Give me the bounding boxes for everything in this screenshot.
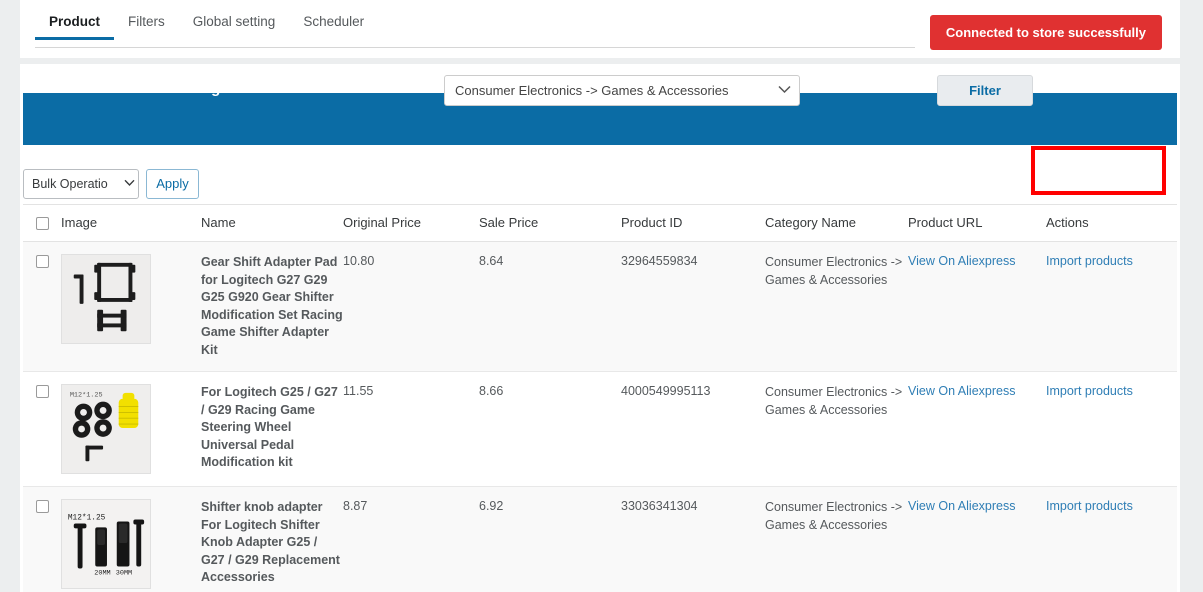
row-name: For Logitech G25 / G27 / G29 Racing Game… bbox=[201, 371, 343, 488]
chevron-down-icon bbox=[120, 179, 138, 190]
products-table-wrap: Image Name Original Price Sale Price Pro… bbox=[23, 204, 1177, 592]
tab-scheduler[interactable]: Scheduler bbox=[289, 14, 378, 39]
filter-button[interactable]: Filter bbox=[937, 75, 1033, 106]
tab-global-setting[interactable]: Global setting bbox=[179, 14, 290, 39]
products-table: Image Name Original Price Sale Price Pro… bbox=[23, 205, 1177, 592]
th-name[interactable]: Name bbox=[201, 205, 343, 243]
row-original-price: 11.55 bbox=[343, 371, 479, 488]
row-actions-cell: Import products bbox=[1046, 486, 1177, 592]
svg-text:M12*1.25: M12*1.25 bbox=[70, 392, 103, 400]
row-image-cell: M12*1.25 bbox=[61, 486, 201, 592]
table-header-row: Image Name Original Price Sale Price Pro… bbox=[23, 205, 1177, 243]
tab-global-setting-label: Global setting bbox=[192, 14, 276, 29]
row-checkbox[interactable] bbox=[36, 385, 49, 399]
row-select-cell bbox=[23, 241, 61, 373]
product-thumbnail[interactable]: M12*1.25 bbox=[61, 384, 151, 475]
th-original-price[interactable]: Original Price bbox=[343, 205, 479, 243]
row-name: Gear Shift Adapter Pad for Logitech G27 … bbox=[201, 241, 343, 373]
products-table-body: Gear Shift Adapter Pad for Logitech G27 … bbox=[23, 241, 1177, 592]
th-product-id[interactable]: Product ID bbox=[621, 205, 765, 243]
tab-filters-label: Filters bbox=[128, 14, 165, 29]
th-category-name[interactable]: Category Name bbox=[765, 205, 908, 243]
row-checkbox[interactable] bbox=[36, 500, 49, 514]
svg-text:M12*1.25: M12*1.25 bbox=[68, 514, 106, 523]
row-product-id: 32964559834 bbox=[621, 241, 765, 373]
tab-bar: Product Filters Global setting Scheduler bbox=[35, 14, 915, 48]
th-select-all bbox=[23, 205, 61, 243]
page-root: Product Filters Global setting Scheduler… bbox=[0, 0, 1203, 592]
row-original-price: 10.80 bbox=[343, 241, 479, 373]
view-on-aliexpress-link[interactable]: View On Aliexpress bbox=[908, 384, 1015, 398]
tab-filters[interactable]: Filters bbox=[114, 14, 179, 39]
row-sale-price: 6.92 bbox=[479, 486, 621, 592]
row-name: Shifter knob adapter For Logitech Shifte… bbox=[201, 486, 343, 592]
row-category: Consumer Electronics -> Games & Accessor… bbox=[765, 486, 908, 592]
bulk-toolbar: Bulk Operatio Apply bbox=[23, 169, 1177, 203]
import-products-link[interactable]: Import products bbox=[1046, 499, 1133, 513]
row-actions-cell: Import products bbox=[1046, 241, 1177, 373]
row-image-cell bbox=[61, 241, 201, 373]
svg-text:30MM: 30MM bbox=[116, 569, 132, 577]
view-on-aliexpress-link[interactable]: View On Aliexpress bbox=[908, 499, 1015, 513]
row-category: Consumer Electronics -> Games & Accessor… bbox=[765, 371, 908, 488]
row-original-price: 8.87 bbox=[343, 486, 479, 592]
bulk-operation-value: Bulk Operatio bbox=[32, 177, 108, 191]
chevron-down-icon bbox=[769, 85, 799, 97]
table-row: Gear Shift Adapter Pad for Logitech G27 … bbox=[23, 241, 1177, 373]
row-sale-price: 8.66 bbox=[479, 371, 621, 488]
row-product-id: 33036341304 bbox=[621, 486, 765, 592]
row-url-cell: View On Aliexpress bbox=[908, 241, 1046, 373]
row-actions-cell: Import products bbox=[1046, 371, 1177, 488]
th-image[interactable]: Image bbox=[61, 205, 201, 243]
row-image-cell: M12*1.25 bbox=[61, 371, 201, 488]
category-select-value: Consumer Electronics -> Games & Accessor… bbox=[455, 83, 729, 98]
row-select-cell bbox=[23, 371, 61, 488]
select-all-checkbox[interactable] bbox=[36, 217, 49, 231]
svg-text:20MM: 20MM bbox=[94, 569, 110, 577]
row-product-id: 4000549995113 bbox=[621, 371, 765, 488]
product-thumbnail[interactable] bbox=[61, 254, 151, 345]
row-category: Consumer Electronics -> Games & Accessor… bbox=[765, 241, 908, 373]
tab-scheduler-label: Scheduler bbox=[303, 14, 365, 29]
th-actions[interactable]: Actions bbox=[1046, 205, 1177, 243]
category-select[interactable]: Consumer Electronics -> Games & Accessor… bbox=[444, 75, 800, 106]
row-checkbox[interactable] bbox=[36, 255, 49, 269]
row-url-cell: View On Aliexpress bbox=[908, 371, 1046, 488]
connected-to-store-button[interactable]: Connected to store successfully bbox=[929, 15, 1162, 50]
bulk-operation-select[interactable]: Bulk Operatio bbox=[23, 169, 139, 199]
page-title: Hot Selling Product bbox=[140, 80, 283, 97]
main-content-card: Hot Selling Product Consumer Electronics… bbox=[20, 64, 1180, 592]
tab-product[interactable]: Product bbox=[35, 14, 115, 40]
th-sale-price[interactable]: Sale Price bbox=[479, 205, 621, 243]
row-url-cell: View On Aliexpress bbox=[908, 486, 1046, 592]
table-row: M12*1.25 bbox=[23, 486, 1177, 592]
product-thumbnail[interactable]: M12*1.25 bbox=[61, 499, 151, 590]
tab-product-label: Product bbox=[49, 14, 101, 29]
import-products-link[interactable]: Import products bbox=[1046, 254, 1133, 268]
apply-button[interactable]: Apply bbox=[146, 169, 199, 199]
row-sale-price: 8.64 bbox=[479, 241, 621, 373]
top-nav-card: Product Filters Global setting Scheduler… bbox=[20, 0, 1180, 58]
table-row: M12*1.25 bbox=[23, 371, 1177, 488]
row-select-cell bbox=[23, 486, 61, 592]
view-on-aliexpress-link[interactable]: View On Aliexpress bbox=[908, 254, 1015, 268]
th-product-url[interactable]: Product URL bbox=[908, 205, 1046, 243]
import-products-link[interactable]: Import products bbox=[1046, 384, 1133, 398]
